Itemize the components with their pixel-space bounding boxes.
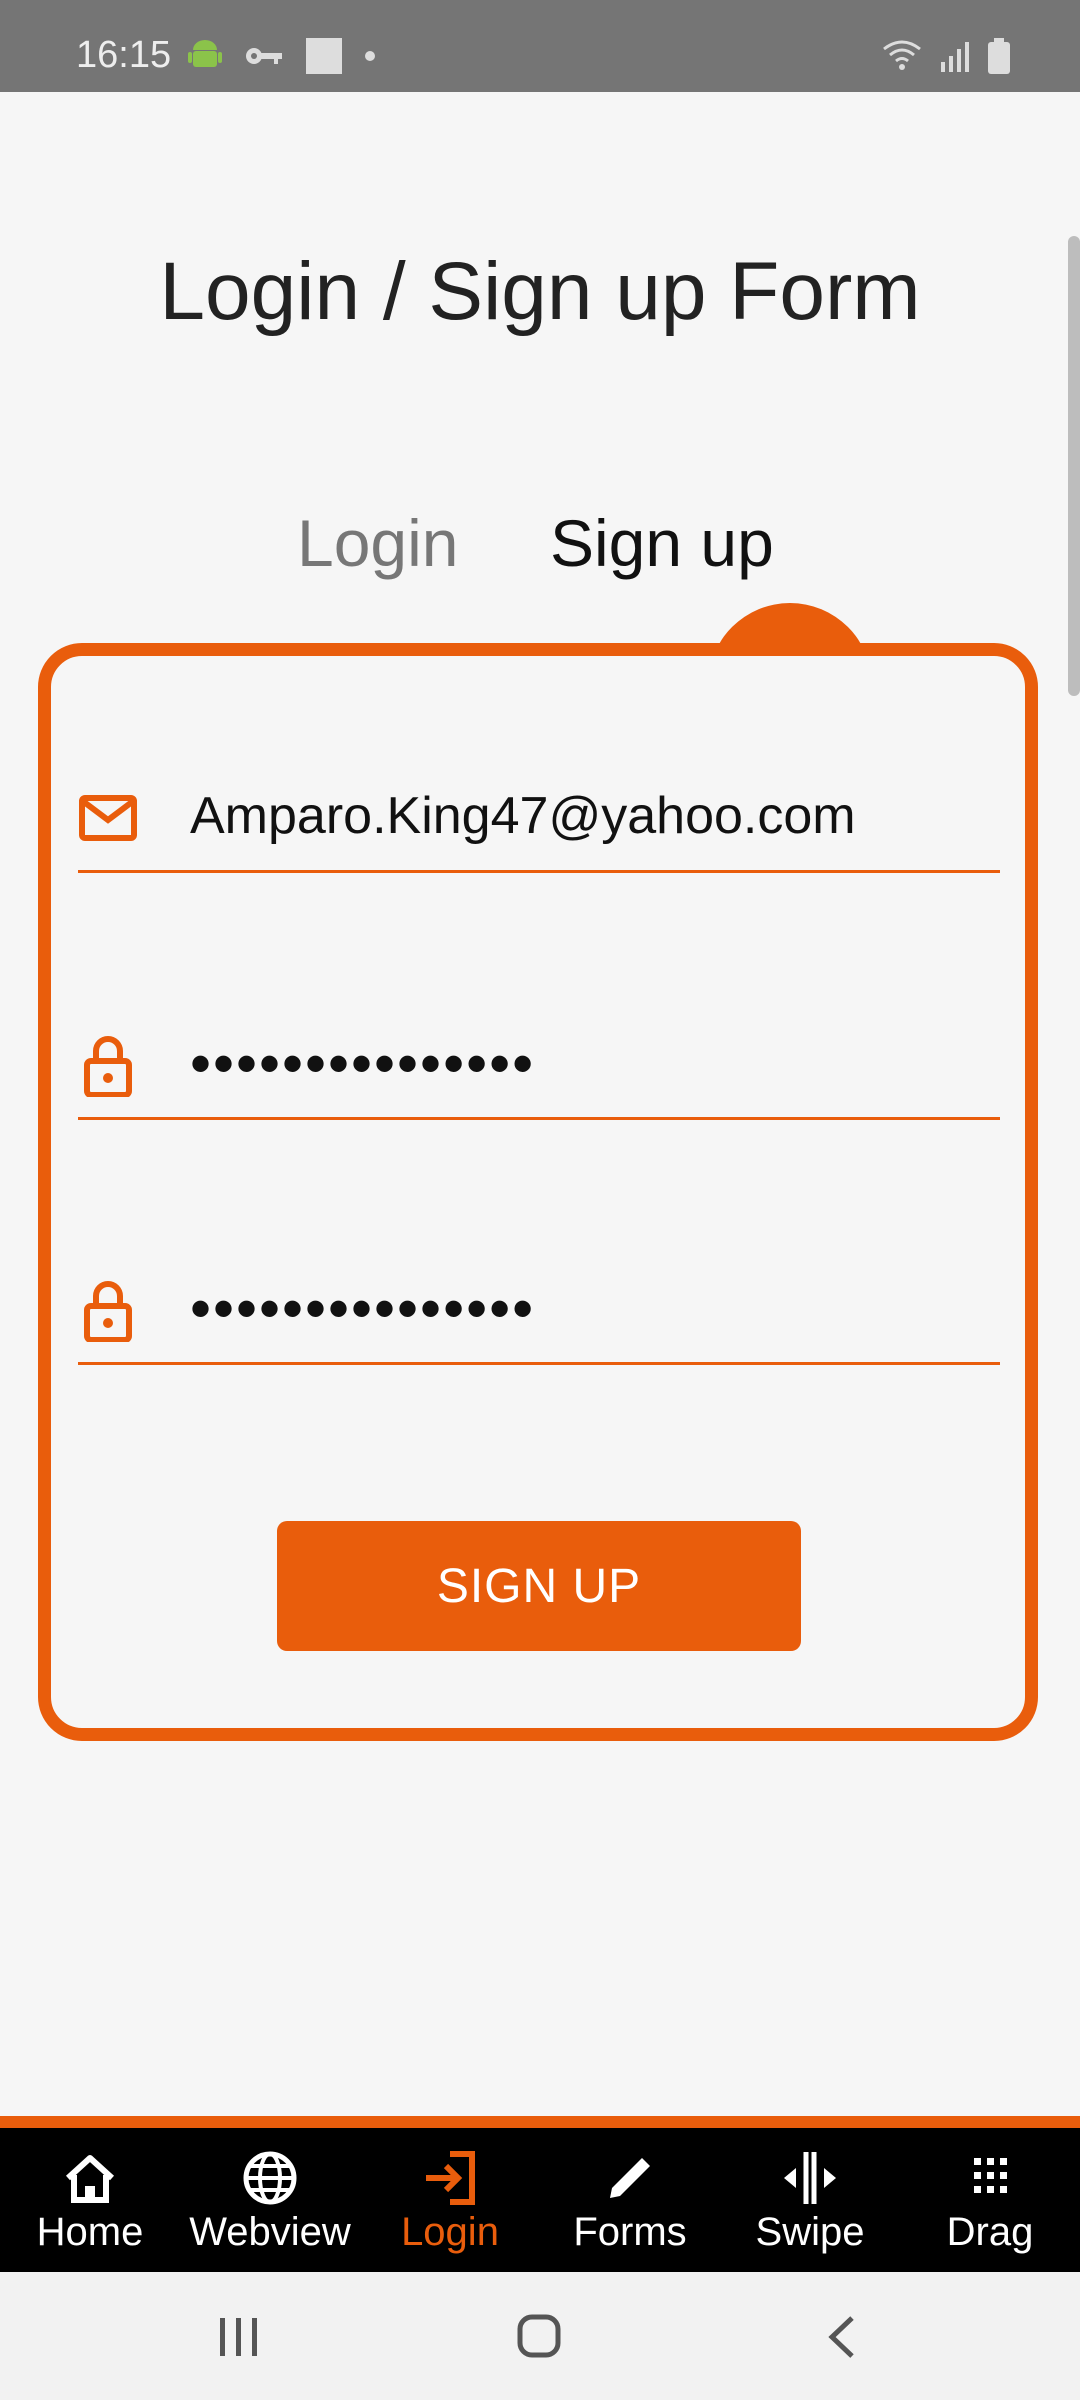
status-time: 16:15 <box>76 34 172 76</box>
square-icon <box>306 38 342 74</box>
nav-item-forms[interactable]: Forms <box>540 2128 720 2272</box>
home-icon <box>65 2155 115 2203</box>
nav-item-swipe[interactable]: Swipe <box>720 2128 900 2272</box>
key-icon <box>246 48 282 64</box>
nav-label-login: Login <box>401 2210 499 2254</box>
nav-label-swipe: Swipe <box>755 2210 865 2254</box>
tab-login[interactable]: Login <box>297 505 459 581</box>
nav-accent-line <box>0 2116 1080 2128</box>
globe-icon <box>243 2151 297 2205</box>
nav-item-webview[interactable]: Webview <box>180 2128 360 2272</box>
dot-icon <box>365 51 375 61</box>
password-field-row <box>78 1007 1000 1120</box>
back-icon[interactable] <box>814 2312 874 2362</box>
grid-icon <box>974 2158 1007 2193</box>
email-field-row <box>78 760 1000 873</box>
home-button-icon[interactable] <box>510 2312 570 2362</box>
battery-icon <box>988 38 1010 74</box>
login-icon <box>426 2151 475 2205</box>
nav-item-drag[interactable]: Drag <box>900 2128 1080 2272</box>
confirm-password-field-row <box>78 1252 1000 1365</box>
lock-icon <box>84 1281 132 1342</box>
email-field[interactable] <box>190 780 970 852</box>
nav-item-login[interactable]: Login <box>360 2128 540 2272</box>
swipe-icon <box>784 2152 836 2204</box>
android-icon <box>188 40 222 67</box>
password-field[interactable] <box>190 1027 970 1099</box>
tab-sign-up[interactable]: Sign up <box>550 505 774 581</box>
mail-icon <box>79 795 137 841</box>
bottom-nav: Home Webview Login Forms Swipe Drag <box>0 2128 1080 2272</box>
sign-up-button[interactable]: SIGN UP <box>277 1521 801 1651</box>
nav-label-drag: Drag <box>946 2210 1034 2254</box>
confirm-password-field[interactable] <box>190 1272 970 1344</box>
status-bar: 16:15 <box>0 0 1080 92</box>
lock-icon <box>84 1036 132 1097</box>
nav-item-home[interactable]: Home <box>0 2128 180 2272</box>
wifi-icon <box>883 40 921 70</box>
recent-apps-icon[interactable] <box>208 2312 268 2362</box>
nav-label-forms: Forms <box>573 2210 687 2254</box>
nav-label-webview: Webview <box>189 2210 351 2254</box>
system-nav-bar <box>0 2272 1080 2400</box>
page-title: Login / Sign up Form <box>159 246 921 337</box>
signal-icon <box>941 42 969 72</box>
pencil-icon <box>610 2158 650 2198</box>
nav-label-home: Home <box>36 2210 144 2254</box>
